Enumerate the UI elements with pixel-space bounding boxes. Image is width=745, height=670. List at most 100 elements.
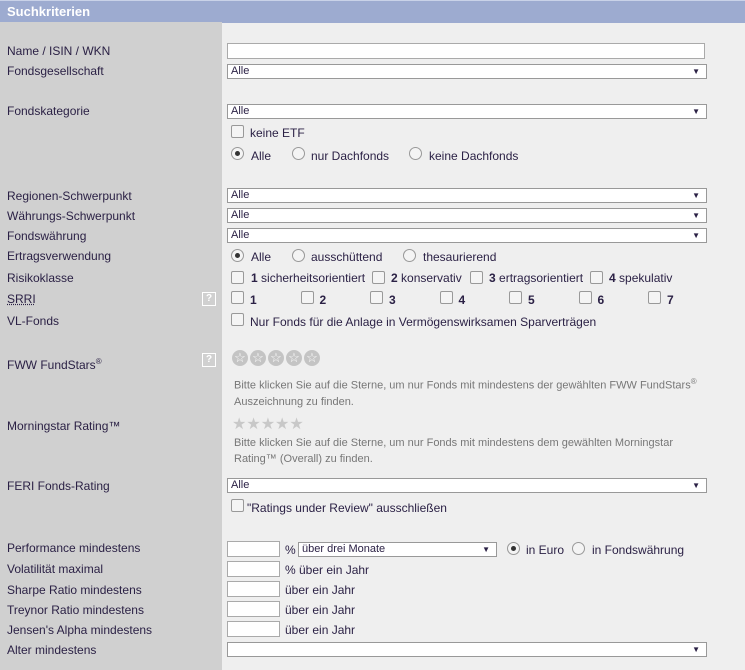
label-volatilitaet: Volatilität maximal — [7, 562, 104, 576]
performance-input[interactable] — [227, 541, 280, 557]
star-circle-icon[interactable]: ☆ — [268, 350, 284, 366]
risiko-checkbox-4[interactable] — [590, 271, 603, 284]
name-input[interactable] — [227, 43, 705, 59]
label-treynor: Treynor Ratio mindestens — [7, 603, 144, 617]
unit-label: über ein Jahr — [285, 583, 356, 597]
dach-radio-keine[interactable] — [409, 147, 422, 160]
ertrag-label: Alle — [251, 250, 272, 264]
label-alter: Alter mindestens — [7, 643, 97, 657]
vl-checkbox[interactable] — [231, 313, 244, 326]
kategorie-select[interactable]: Alle ▼ — [227, 104, 707, 119]
star-icon[interactable]: ★ — [246, 416, 260, 433]
risiko-label: spekulativ — [619, 271, 673, 285]
keine-etf-label: keine ETF — [250, 126, 305, 140]
chevron-down-icon: ▼ — [692, 645, 700, 654]
srri-label: 6 — [597, 293, 605, 307]
fundstars-text: FWW FundStars — [7, 358, 96, 372]
waehrung-radio-fonds[interactable] — [572, 542, 585, 555]
srri-checkbox-4[interactable] — [439, 291, 453, 304]
hint-text: Auszeichnung zu finden. — [234, 395, 354, 408]
waehrung-radio-euro[interactable] — [507, 542, 520, 555]
section-title: Suchkriterien — [7, 4, 91, 19]
ertrag-radio-aus[interactable] — [292, 249, 305, 262]
ertrag-radio-alle[interactable] — [231, 249, 244, 262]
label-jensen: Jensen's Alpha mindestens — [7, 623, 153, 637]
srri-checkbox-2[interactable] — [300, 291, 314, 304]
srri-checkbox-5[interactable] — [509, 291, 522, 304]
select-value: Alle — [231, 105, 250, 117]
label-waehrungs: Währungs-Schwerpunkt — [7, 209, 136, 223]
morningstar-rating[interactable]: ★★★★★ — [232, 414, 304, 434]
chevron-down-icon: ▼ — [692, 191, 700, 200]
performance-period-select[interactable]: über drei Monate ▼ — [298, 542, 497, 557]
star-icon[interactable]: ★ — [232, 416, 246, 433]
dach-radio-alle[interactable] — [231, 147, 244, 160]
dach-label: nur Dachfonds — [311, 149, 390, 163]
risiko-num: 3 — [489, 271, 496, 285]
srri-checkbox-6[interactable] — [578, 291, 592, 304]
star-circle-icon[interactable]: ☆ — [232, 350, 248, 366]
star-circle-icon[interactable]: ☆ — [304, 350, 320, 366]
label-kategorie: Fondskategorie — [7, 104, 90, 118]
treynor-input[interactable] — [227, 601, 280, 617]
reg-mark: ® — [95, 357, 102, 366]
chevron-down-icon: ▼ — [692, 481, 700, 490]
star-icon[interactable]: ★ — [289, 416, 303, 433]
fundstars-rating[interactable]: ☆ ☆ ☆ ☆ ☆ — [232, 350, 320, 366]
help-icon[interactable]: ? — [202, 353, 216, 367]
srri-checkbox-7[interactable] — [648, 291, 661, 304]
regionen-select[interactable]: Alle ▼ — [227, 188, 707, 203]
srri-label: 7 — [667, 293, 674, 307]
risiko-checkbox-3[interactable] — [470, 271, 483, 284]
srri-label: 5 — [528, 293, 535, 307]
section-header: Suchkriterien — [0, 0, 745, 23]
label-vl: VL-Fonds — [7, 314, 60, 328]
star-icon[interactable]: ★ — [261, 416, 275, 433]
label-regionen: Regionen-Schwerpunkt — [7, 189, 132, 203]
chevron-down-icon: ▼ — [692, 231, 700, 240]
label-feri: FERI Fonds-Rating — [7, 479, 110, 493]
fundstars-hint: Bitte klicken Sie auf die Sterne, um nur… — [234, 374, 714, 410]
srri-label: 1 — [250, 293, 257, 307]
dach-radio-nur[interactable] — [292, 147, 305, 160]
dach-label: Alle — [251, 149, 272, 163]
label-srri[interactable]: SRRI — [7, 292, 36, 306]
star-circle-icon[interactable]: ☆ — [250, 350, 266, 366]
srri-checkbox-1[interactable] — [231, 291, 244, 304]
ratings-review-checkbox[interactable] — [231, 499, 244, 512]
chevron-down-icon: ▼ — [692, 67, 700, 76]
srri-label: 3 — [389, 293, 396, 307]
gesellschaft-select[interactable]: Alle ▼ — [227, 64, 707, 79]
sharpe-input[interactable] — [227, 581, 280, 597]
waehrungs-select[interactable]: Alle ▼ — [227, 208, 707, 223]
fondswaehrung-select[interactable]: Alle ▼ — [227, 228, 707, 243]
jensen-input[interactable] — [227, 621, 280, 637]
risiko-num: 4 — [609, 271, 616, 285]
label-morningstar: Morningstar Rating™ — [7, 419, 121, 433]
label-name: Name / ISIN / WKN — [7, 44, 111, 58]
volatilitaet-input[interactable] — [227, 561, 280, 577]
help-icon[interactable]: ? — [202, 292, 216, 306]
select-value: Alle — [231, 229, 250, 241]
reg-mark: ® — [690, 377, 697, 386]
label-ertrag: Ertragsverwendung — [7, 249, 112, 263]
keine-etf-checkbox[interactable] — [231, 125, 244, 138]
select-value: Alle — [231, 65, 250, 77]
label-fundstars: FWW FundStars® — [7, 357, 102, 372]
morningstar-hint: Bitte klicken Sie auf die Sterne, um nur… — [234, 435, 714, 467]
alter-select[interactable]: ▼ — [227, 642, 707, 657]
star-circle-icon[interactable]: ☆ — [286, 350, 302, 366]
select-value: über drei Monate — [302, 543, 386, 555]
label-sharpe: Sharpe Ratio mindestens — [7, 583, 142, 597]
risiko-label: sicherheitsorientiert — [261, 271, 366, 285]
risiko-checkbox-2[interactable] — [372, 271, 385, 284]
star-icon[interactable]: ★ — [275, 416, 289, 433]
srri-checkbox-3[interactable] — [370, 291, 383, 304]
ertrag-radio-thes[interactable] — [403, 249, 416, 262]
risiko-label: ertragsorientiert — [499, 271, 584, 285]
label-risiko: Risikoklasse — [7, 271, 74, 285]
srri-label: 2 — [319, 293, 327, 307]
waehrung-label: in Euro — [526, 543, 565, 557]
feri-select[interactable]: Alle ▼ — [227, 478, 707, 493]
risiko-checkbox-1[interactable] — [231, 271, 244, 284]
